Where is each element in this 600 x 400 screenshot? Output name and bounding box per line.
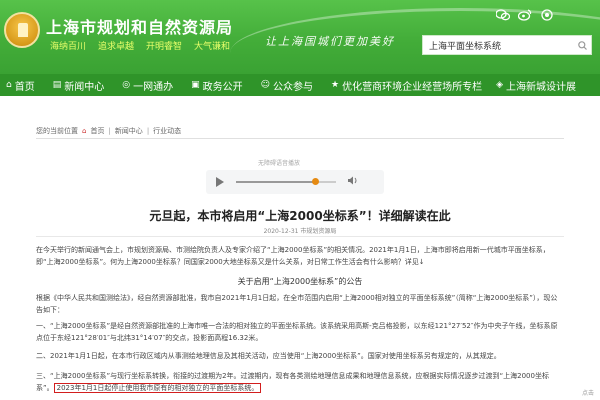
star-icon: ★: [331, 80, 340, 90]
nav-item-label: 政务公开: [202, 81, 243, 93]
play-icon[interactable]: [216, 177, 224, 187]
breadcrumb-separator: |: [146, 127, 150, 135]
service-icon[interactable]: [540, 8, 554, 22]
home-icon: ⌂: [6, 80, 12, 90]
publicity-icon: ▣: [191, 80, 200, 90]
social-icons: [496, 8, 554, 22]
nav-item-publicity[interactable]: ▣ 政务公开: [191, 78, 243, 93]
nav-item-home[interactable]: ⌂ 首页: [6, 78, 35, 93]
main-nav: ⌂ 首页 ▤ 新闻中心 ◎ 一网通办 ▣ 政务公开 ☺ 公众参与 ★ 优化营商环…: [0, 74, 600, 96]
site-logo-icon[interactable]: [4, 12, 40, 48]
article-paragraph: 三、“上海2000坐标系”与现行坐标系转换，衔接的过渡期为2年。过渡期内，现有各…: [36, 370, 564, 394]
nav-item-label: 上海新城设计展: [506, 81, 576, 93]
weibo-icon[interactable]: [518, 8, 532, 22]
volume-icon[interactable]: [348, 176, 358, 188]
nav-item-exhibition[interactable]: ◈ 上海新城设计展: [496, 78, 576, 93]
nav-item-news[interactable]: ▤ 新闻中心: [53, 78, 105, 93]
nav-item-business[interactable]: ★ 优化营商环境企业经营场所专栏: [331, 78, 482, 93]
announcement-title: 关于启用“上海2000坐标系”的公告: [237, 277, 363, 286]
audio-progress-knob[interactable]: [312, 178, 319, 185]
nav-item-label: 公众参与: [273, 81, 313, 93]
search-icon[interactable]: [573, 36, 591, 54]
breadcrumb: 您的当前位置 ⌂ 首页 | 新闻中心 | 行业动态: [36, 126, 181, 136]
search-input[interactable]: [423, 36, 573, 54]
article-paragraph: 在今天举行的新闻通气会上，市规划资源局、市测绘院负责人及专家介绍了“上海2000…: [36, 246, 550, 266]
article-paragraph: 根据《中华人民共和国测绘法》，经自然资源部批准，我市自2021年1月1日起，在全…: [36, 294, 558, 314]
article-title: 元旦起，本市将启用“上海2000坐标系”！详细解读在此: [149, 209, 451, 223]
scroll-hint: 点击: [581, 390, 594, 397]
slogans: 海纳百川 追求卓越 开明睿智 大气谦和: [50, 39, 230, 52]
service-icon: ◎: [122, 80, 131, 90]
divider: [36, 138, 564, 139]
nav-item-service[interactable]: ◎ 一网通办: [122, 78, 173, 93]
search-box: [422, 35, 592, 55]
news-icon: ▤: [52, 80, 62, 90]
nav-item-label: 首页: [14, 81, 35, 93]
exhibition-icon: ◈: [496, 80, 503, 90]
wechat-icon[interactable]: [496, 8, 510, 22]
breadcrumb-link-news[interactable]: 新闻中心: [115, 126, 143, 136]
audio-caption: 无障碍语音播放: [258, 160, 301, 167]
audio-progress-fill: [236, 181, 315, 183]
banner-calligraphy: 让上海国城们更加美好: [265, 35, 395, 48]
nav-item-label: 一网通办: [133, 81, 174, 93]
nav-item-label: 新闻中心: [64, 81, 105, 93]
participation-icon: ☺: [260, 80, 270, 90]
site-header: 上海市规划和自然资源局 海纳百川 追求卓越 开明睿智 大气谦和 让上海国城们更加…: [0, 0, 600, 74]
audio-player: [206, 170, 384, 194]
slogan-item: 海纳百川: [50, 42, 87, 52]
breadcrumb-separator: |: [108, 127, 111, 135]
slogan-item: 大气谦和: [194, 42, 231, 52]
nav-item-participation[interactable]: ☺ 公众参与: [261, 78, 313, 93]
article-paragraph: 二、2021年1月1日起，在本市行政区域内从事测绘地理信息及其相关活动，应当使用…: [36, 352, 501, 360]
slogan-item: 开明睿智: [146, 42, 183, 52]
highlighted-sentence: 2023年1月1日起停止使用我市原有的相对独立的平面坐标系统。: [53, 383, 262, 393]
article-paragraph: 一、“上海2000坐标系”是经自然资源部批准的上海市唯一合法的相对独立的平面坐标…: [36, 322, 558, 342]
article-meta: 2020-12-31 市规划资源局: [263, 228, 337, 235]
breadcrumb-link-home[interactable]: 首页: [90, 126, 104, 136]
breadcrumb-prefix: 您的当前位置: [36, 127, 78, 135]
divider: [36, 236, 564, 237]
slogan-item: 追求卓越: [98, 42, 135, 52]
nav-item-label: 优化营商环境企业经营场所专栏: [342, 81, 483, 93]
site-title[interactable]: 上海市规划和自然资源局: [46, 14, 233, 38]
audio-progress-bar[interactable]: [236, 178, 336, 185]
breadcrumb-link-industry[interactable]: 行业动态: [153, 126, 181, 136]
home-icon: ⌂: [82, 127, 87, 135]
